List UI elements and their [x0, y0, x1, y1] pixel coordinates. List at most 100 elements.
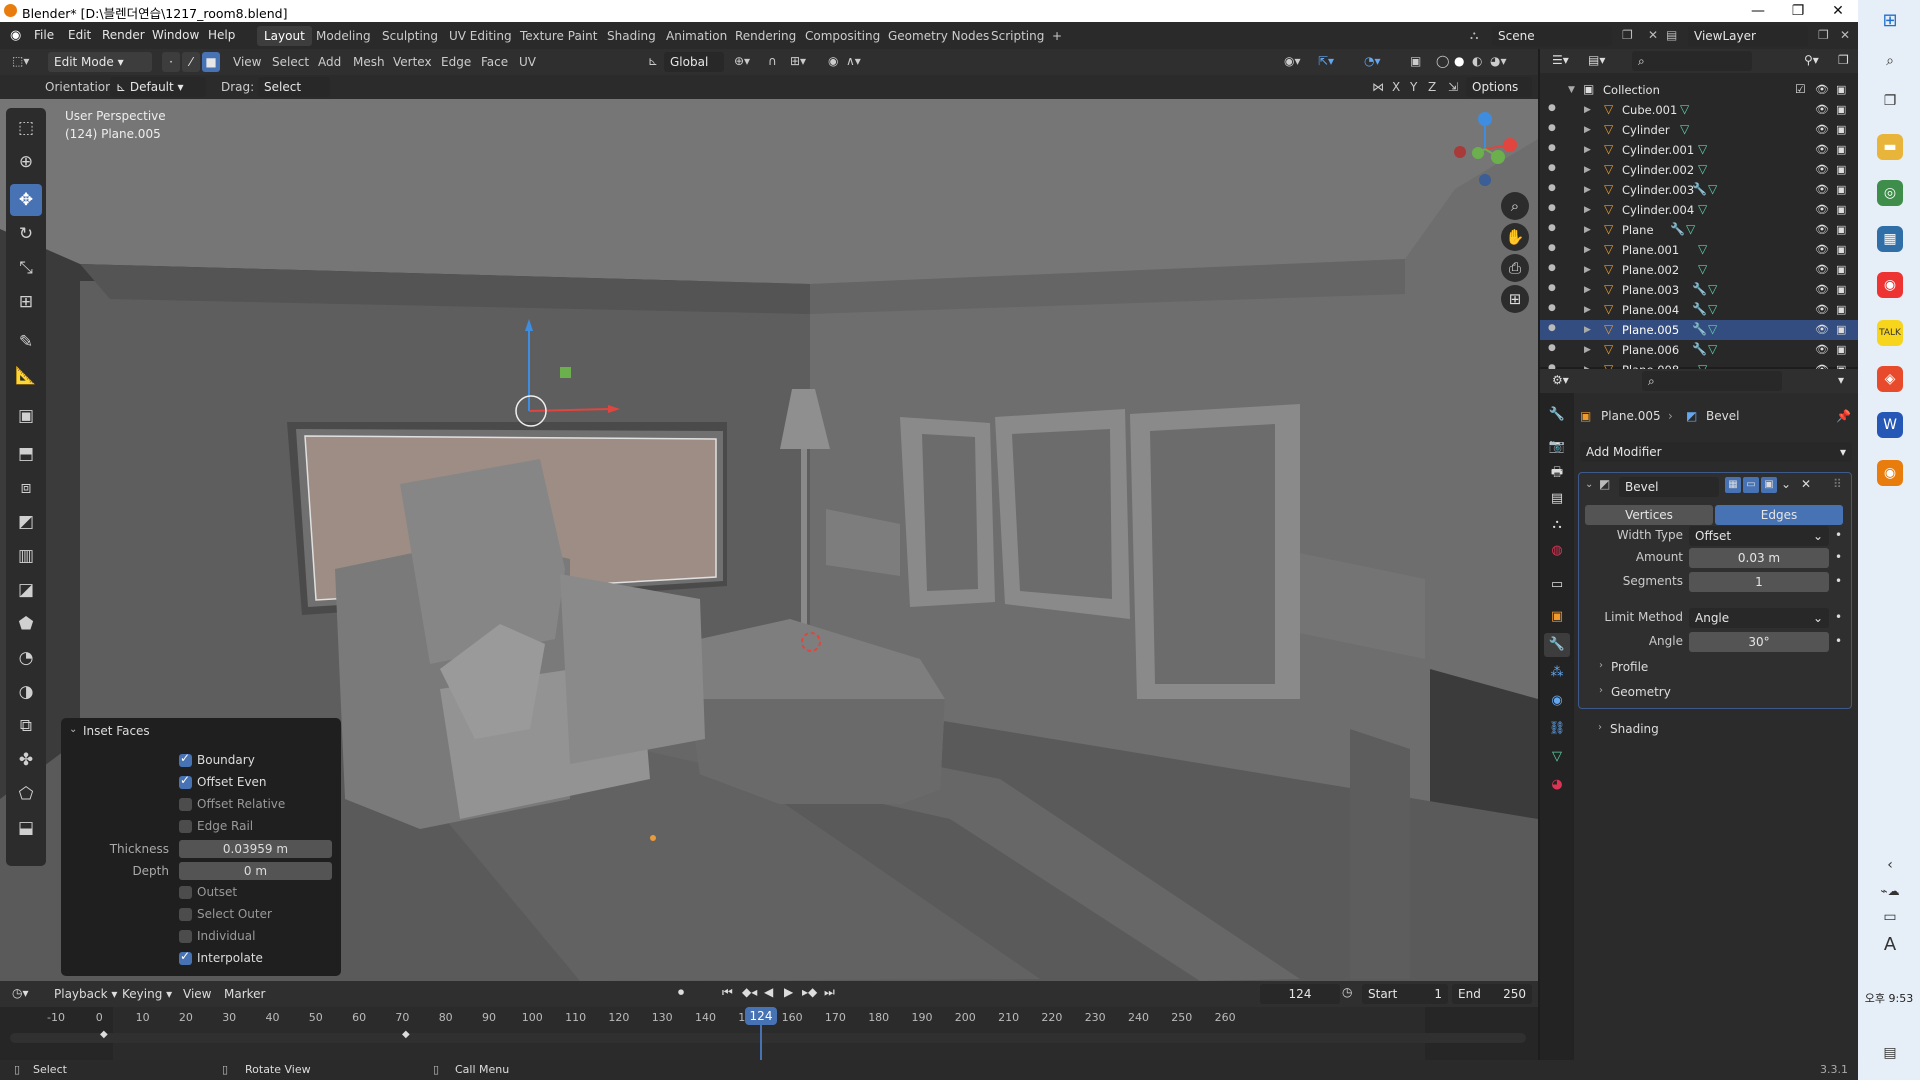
menu-view[interactable]: View	[233, 55, 261, 69]
modifier-name-field[interactable]: Bevel	[1619, 477, 1719, 497]
blender-taskbar-icon[interactable]: ◉	[1877, 460, 1903, 486]
chrome-icon[interactable]: ◎	[1877, 180, 1903, 206]
profile-expand-icon[interactable]: ›	[1599, 660, 1603, 671]
camera-icon[interactable]: ▣	[1836, 283, 1846, 296]
eye-icon[interactable]: 👁	[1815, 183, 1829, 196]
tab-shading[interactable]: Shading	[600, 26, 663, 46]
geometry-expand-icon[interactable]: ›	[1599, 685, 1603, 696]
width-type-dropdown[interactable]: Offset ⌄	[1689, 526, 1829, 546]
exclude-dot-icon[interactable]: ●	[1548, 243, 1556, 253]
timeline-area[interactable]: -100102030405060708090100110120130140150…	[0, 1007, 1538, 1060]
amount-field[interactable]: 0.03 m	[1689, 548, 1829, 568]
viewlayer-selector[interactable]: ViewLayer	[1688, 26, 1808, 46]
expand-toggle-icon[interactable]: ▶	[1584, 265, 1591, 275]
restore-icon[interactable]: ❐	[1778, 0, 1818, 22]
tab-layout[interactable]: Layout	[257, 26, 312, 46]
solid-shading-icon[interactable]: ●	[1454, 54, 1464, 68]
extrude-icon[interactable]: ⬒	[10, 438, 42, 470]
expand-toggle-icon[interactable]: ▶	[1584, 245, 1591, 255]
world-tab-icon[interactable]: ◍	[1544, 539, 1570, 563]
scale-tool-icon[interactable]: ⤡	[10, 252, 42, 284]
clock[interactable]: 오후 9:53	[1858, 990, 1920, 1006]
camera-icon[interactable]: ▣	[1836, 143, 1846, 156]
material-tab-icon[interactable]: ◕	[1544, 773, 1570, 797]
exclude-dot-icon[interactable]: ●	[1548, 183, 1556, 193]
profile-subpanel[interactable]: Profile	[1611, 660, 1648, 674]
tab-sculpting[interactable]: Sculpting	[375, 26, 445, 46]
record-icon[interactable]: ⏺	[678, 985, 684, 1000]
menu-mesh[interactable]: Mesh	[353, 55, 385, 69]
current-frame-field[interactable]: 124	[1260, 984, 1340, 1004]
properties-editor-icon[interactable]: ⚙▾	[1552, 373, 1569, 387]
eye-icon[interactable]: 👁	[1815, 223, 1829, 236]
camera-icon[interactable]: ▣	[1836, 263, 1846, 276]
expand-toggle-icon[interactable]: ▶	[1584, 145, 1591, 155]
rotate-tool-icon[interactable]: ↻	[10, 218, 42, 250]
tab-uv-editing[interactable]: UV Editing	[442, 26, 519, 46]
edit-mode-toggle-icon[interactable]: ▦	[1725, 477, 1741, 493]
expand-toggle-icon[interactable]: ▶	[1584, 165, 1591, 175]
network-icon[interactable]: ⌁☁	[1877, 878, 1903, 904]
eye-icon[interactable]: 👁	[1815, 143, 1829, 156]
end-frame-field[interactable]: End 250	[1452, 984, 1532, 1004]
outliner-row[interactable]: ● ▶ ▽ Plane.005 🔧 ▽ 👁 ▣	[1540, 320, 1858, 340]
mirror-y-toggle[interactable]: Y	[1410, 80, 1417, 94]
ortho-toggle-icon[interactable]: ⊞	[1501, 285, 1529, 313]
keyframe-marker-icon[interactable]: ◆	[100, 1029, 108, 1040]
modifier-tab-icon[interactable]: 🔧	[1544, 633, 1570, 657]
select-outer-checkbox[interactable]	[179, 908, 192, 921]
app-orange-icon[interactable]: ◈	[1877, 366, 1903, 392]
render-toggle-icon[interactable]: ▣	[1761, 477, 1777, 493]
menu-render[interactable]: Render	[102, 28, 145, 42]
individual-checkbox[interactable]	[179, 930, 192, 943]
viewport-toggle-icon[interactable]: ▭	[1743, 477, 1759, 493]
gizmo-toggle-icon[interactable]: ⇱▾	[1318, 54, 1334, 68]
keyframe-dot-icon[interactable]: •	[1835, 634, 1842, 648]
menu-add[interactable]: Add	[318, 55, 341, 69]
exclude-dot-icon[interactable]: ●	[1548, 143, 1556, 153]
collapse-chevron-icon[interactable]: ⌄	[69, 724, 77, 735]
outliner-row[interactable]: ● ▶ ▽ Cylinder.001 ▽ 👁 ▣	[1540, 140, 1858, 160]
limit-method-dropdown[interactable]: Angle ⌄	[1689, 608, 1829, 628]
spin-icon[interactable]: ◔	[10, 642, 42, 674]
start-frame-field[interactable]: Start 1	[1362, 984, 1448, 1004]
jump-keyframe-forward-icon[interactable]: ▸◆	[802, 985, 817, 999]
eye-icon[interactable]: 👁	[1815, 203, 1829, 216]
material-shading-icon[interactable]: ◐	[1472, 54, 1482, 68]
falloff-icon[interactable]: ∧▾	[846, 54, 861, 68]
offset-even-checkbox[interactable]	[179, 773, 192, 789]
view-layer-tab-icon[interactable]: ▤	[1544, 487, 1570, 511]
menu-vertex[interactable]: Vertex	[393, 55, 432, 69]
constraints-tab-icon[interactable]: ⛓	[1544, 717, 1570, 741]
jump-end-icon[interactable]: ⏭	[824, 985, 835, 1000]
expand-toggle-icon[interactable]: ▶	[1584, 225, 1591, 235]
close-icon[interactable]: ✕	[1818, 0, 1858, 22]
snap-target-icon[interactable]: ⊞▾	[790, 54, 806, 68]
tool-tab-icon[interactable]: 🔧	[1544, 403, 1570, 427]
app-red-icon[interactable]: ◉	[1877, 272, 1903, 298]
drag-handle-icon[interactable]: ⠿	[1833, 477, 1842, 491]
windows-start-icon[interactable]: ⊞	[1877, 8, 1903, 34]
eye-icon[interactable]: 👁	[1815, 283, 1829, 296]
keyframe-dot-icon[interactable]: •	[1835, 550, 1842, 564]
inset-faces-icon[interactable]: ⧈	[10, 472, 42, 504]
properties-search-input[interactable]: ⌕	[1642, 371, 1782, 391]
particles-tab-icon[interactable]: ⁂	[1544, 661, 1570, 685]
face-select-icon[interactable]: ■	[202, 52, 220, 72]
camera-icon[interactable]: ▣	[1836, 83, 1846, 96]
tab-texture-paint[interactable]: Texture Paint	[513, 26, 604, 46]
eye-icon[interactable]: 👁	[1815, 83, 1829, 96]
camera-icon[interactable]: ▣	[1836, 203, 1846, 216]
eye-icon[interactable]: 👁	[1815, 103, 1829, 116]
eye-icon[interactable]: 👁	[1815, 303, 1829, 316]
new-viewlayer-icon[interactable]: ❐	[1818, 28, 1829, 42]
menu-edge[interactable]: Edge	[441, 55, 471, 69]
exclude-dot-icon[interactable]: ●	[1548, 223, 1556, 233]
rendered-shading-icon[interactable]: ◕▾	[1490, 54, 1507, 68]
camera-icon[interactable]: ▣	[1836, 303, 1846, 316]
timeline-view-menu[interactable]: View	[183, 987, 211, 1001]
shrink-fatten-icon[interactable]: ✤	[10, 744, 42, 776]
exclude-dot-icon[interactable]: ●	[1548, 203, 1556, 213]
physics-tab-icon[interactable]: ◉	[1544, 689, 1570, 713]
shear-icon[interactable]: ⬠	[10, 778, 42, 810]
